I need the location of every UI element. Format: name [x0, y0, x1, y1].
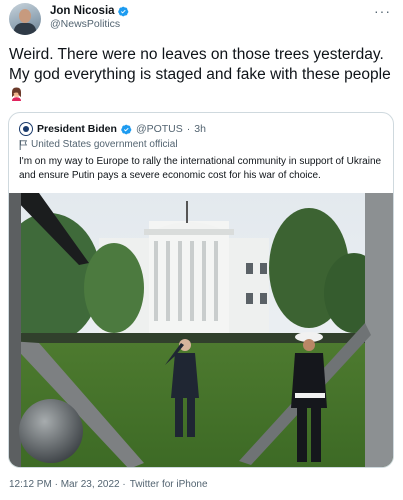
author-info: Jon Nicosia @NewsPolitics [50, 5, 129, 30]
government-label-text: United States government official [31, 139, 178, 150]
flag-icon [19, 139, 28, 150]
tweet-footer: 12:12 PM · Mar 23, 2022 · Twitter for iP… [9, 479, 208, 490]
quoted-tweet[interactable]: President Biden @POTUS · 3h United State… [8, 112, 394, 468]
government-label: United States government official [19, 139, 178, 150]
quoted-verified-badge-icon [121, 124, 132, 134]
more-dots-icon[interactable]: ··· [374, 3, 391, 19]
author-avatar[interactable] [9, 3, 41, 35]
quoted-time[interactable]: 3h [194, 123, 206, 135]
woman-facepalming-emoji-icon [12, 87, 21, 101]
tweet-timestamp[interactable]: 12:12 PM · Mar 23, 2022 · [9, 479, 126, 490]
quoted-header: President Biden @POTUS · 3h [19, 122, 206, 136]
tweet-body: Weird. There were no leaves on those tre… [9, 45, 397, 105]
quoted-photo[interactable] [9, 193, 394, 468]
author-display-name[interactable]: Jon Nicosia [50, 5, 115, 17]
tweet-source[interactable]: Twitter for iPhone [130, 479, 208, 490]
author-handle[interactable]: @NewsPolitics [50, 18, 129, 30]
verified-badge-icon [117, 6, 128, 16]
quoted-display-name[interactable]: President Biden [37, 123, 117, 135]
quoted-handle[interactable]: @POTUS [136, 123, 183, 135]
tweet-header: Jon Nicosia @NewsPolitics ··· [9, 3, 394, 39]
quoted-avatar[interactable] [19, 122, 33, 136]
tweet-text: Weird. There were no leaves on those tre… [9, 46, 391, 83]
quoted-text: I'm on my way to Europe to rally the int… [19, 156, 382, 181]
quoted-separator: · [186, 123, 191, 135]
